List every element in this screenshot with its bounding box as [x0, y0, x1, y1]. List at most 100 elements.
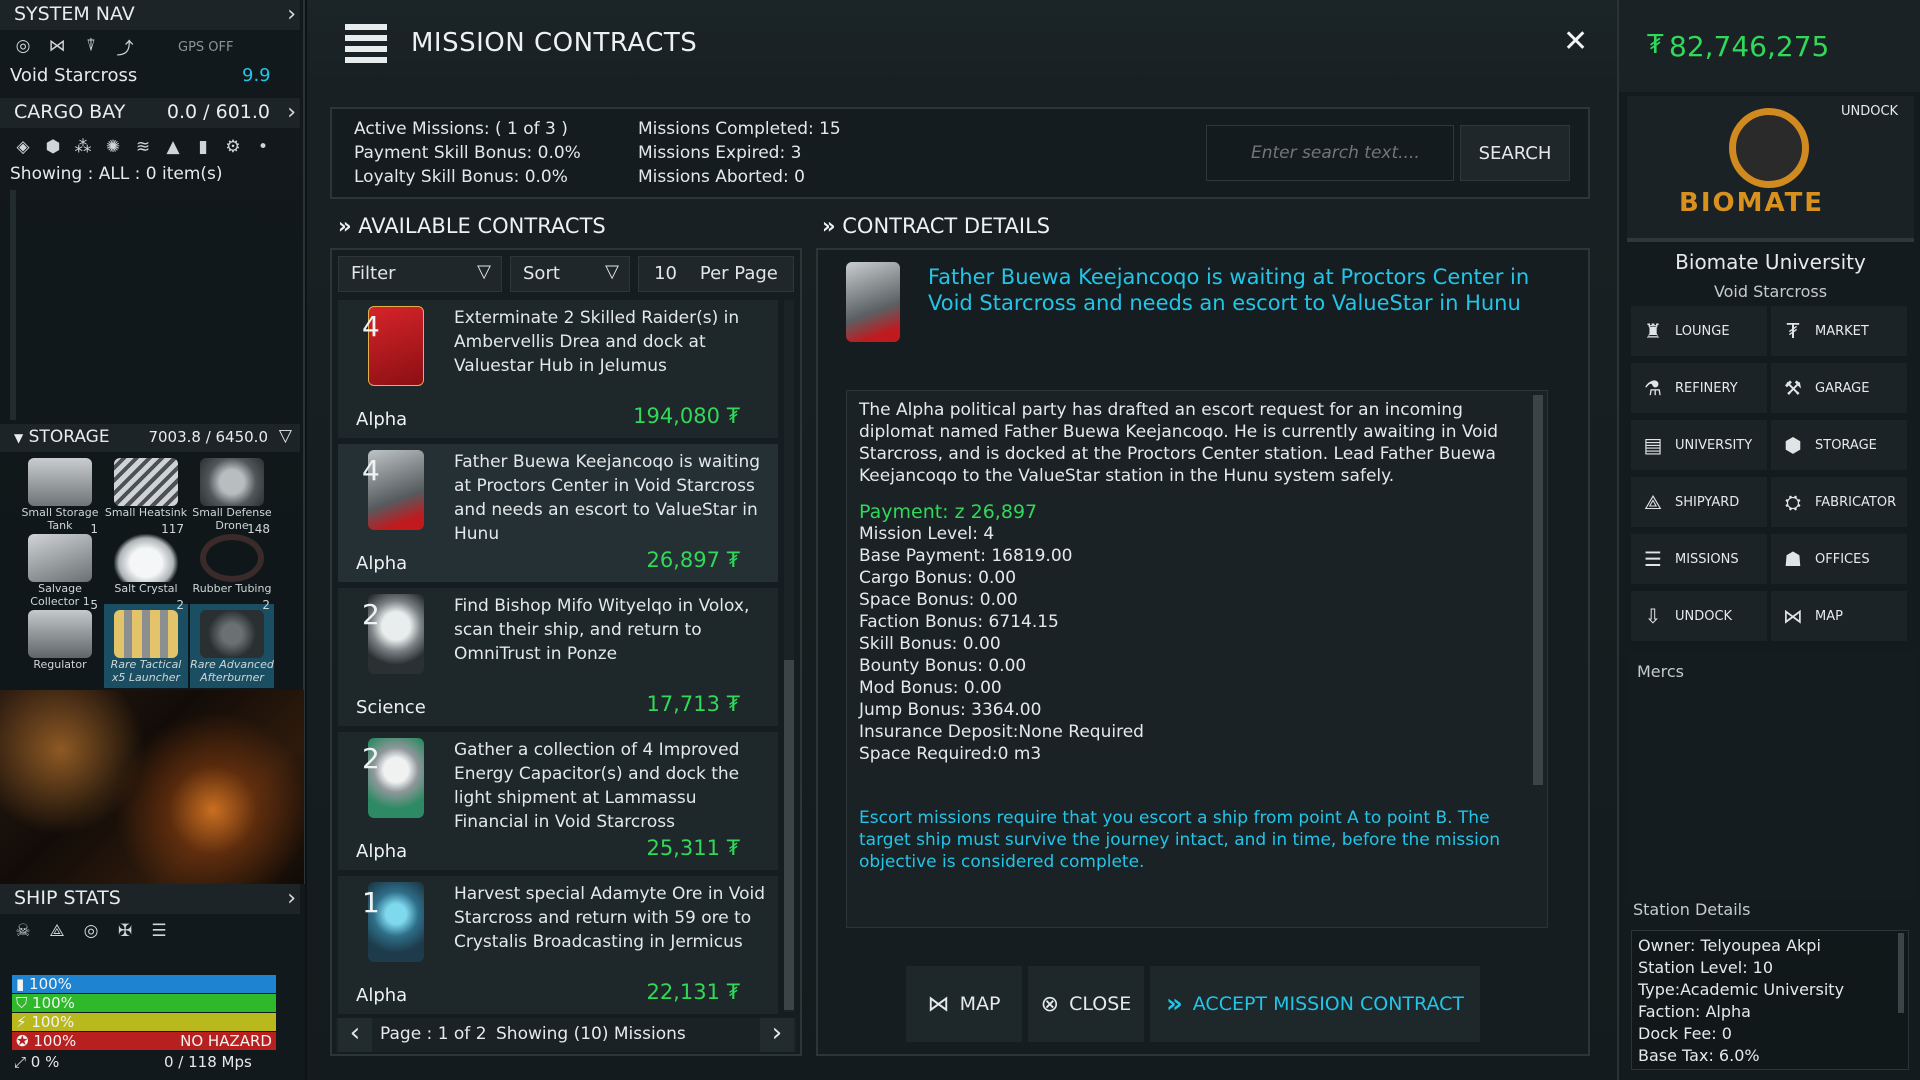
- route-icon[interactable]: ⤴: [112, 33, 138, 59]
- station-details-panel[interactable]: Owner: Telyoupea Akpi Station Level: 10 …: [1631, 930, 1909, 1070]
- gear-filter-icon[interactable]: ✺: [100, 134, 126, 160]
- contract-card[interactable]: 4 Exterminate 2 Skilled Raider(s) in Amb…: [338, 300, 778, 438]
- settings-filter-icon[interactable]: ⚙: [220, 134, 246, 160]
- double-chevron-icon: »: [338, 214, 352, 238]
- rocket-filter-icon[interactable]: ▲: [160, 134, 186, 160]
- storage-header[interactable]: ▼ STORAGE 7003.8 / 6450.0 ▽: [0, 424, 300, 452]
- chevron-down-icon: ▼: [14, 431, 24, 445]
- next-page-icon[interactable]: ›: [760, 1018, 794, 1052]
- search-input[interactable]: [1206, 125, 1454, 181]
- energy-bar: ⚡ 100%: [12, 1013, 276, 1031]
- item-name: Rare Advanced Afterburner: [190, 658, 274, 684]
- service-garage[interactable]: ⚒ GARAGE: [1771, 363, 1907, 413]
- close-icon[interactable]: ✕: [1563, 24, 1588, 59]
- reward-value: 25,311: [646, 836, 720, 860]
- service-storage[interactable]: ⬢ STORAGE: [1771, 420, 1907, 470]
- service-undock[interactable]: ⇩ UNDOCK: [1631, 591, 1767, 641]
- ship-icon[interactable]: ⟁: [44, 918, 70, 944]
- target-icon[interactable]: ◎: [10, 33, 36, 59]
- service-missions[interactable]: ☰ MISSIONS: [1631, 534, 1767, 584]
- fabricator-icon: ⛭: [1785, 490, 1801, 514]
- escort-ship-icon: [846, 262, 900, 342]
- contract-card[interactable]: 2 Gather a collection of 4 Improved Ener…: [338, 732, 778, 870]
- missions-expired: Missions Expired: 3: [638, 143, 802, 163]
- filter-icon[interactable]: ⍒: [78, 33, 104, 59]
- chevron-right-icon[interactable]: ›: [287, 2, 296, 27]
- dot-filter-icon[interactable]: •: [250, 134, 276, 160]
- map-button[interactable]: ⋈ MAP: [906, 966, 1022, 1042]
- per-page-dropdown[interactable]: 10 Per Page: [638, 256, 794, 292]
- contract-card[interactable]: 1 Harvest special Adamyte Ore in Void St…: [338, 876, 778, 1014]
- item-name: Salt Crystal: [114, 582, 178, 595]
- service-university[interactable]: ▤ UNIVERSITY: [1631, 420, 1767, 470]
- all-filter-icon[interactable]: ◈: [10, 134, 36, 160]
- filter-dropdown-icon[interactable]: ▽: [279, 426, 292, 446]
- undock-link[interactable]: UNDOCK: [1841, 104, 1898, 119]
- cargo-scrollbar[interactable]: [10, 190, 16, 420]
- mercs-panel: Mercs: [1627, 650, 1914, 900]
- item-count: 1: [90, 522, 98, 536]
- filter-dropdown[interactable]: Filter ▽: [338, 256, 502, 292]
- per-page-number: 10: [654, 263, 677, 284]
- tools-icon[interactable]: ✠: [112, 918, 138, 944]
- nav-icon-row: ◎ ⋈ ⍒ ⤴: [10, 33, 138, 59]
- service-market[interactable]: ₮ MARKET: [1771, 306, 1907, 356]
- contract-card[interactable]: 2 Find Bishop Mifo Wityelqo in Volox, sc…: [338, 588, 778, 726]
- accept-mission-button[interactable]: » ACCEPT MISSION CONTRACT: [1150, 966, 1480, 1042]
- service-shipyard[interactable]: ⟁ SHIPYARD: [1631, 477, 1767, 527]
- cargo-bay-header[interactable]: CARGO BAY 0.0 / 601.0 ›: [0, 98, 300, 128]
- contract-reward: 25,311 ₮: [646, 836, 740, 860]
- hull-value: 100%: [33, 1032, 77, 1050]
- contract-card-selected[interactable]: 4 Father Buewa Keejancoqo is waiting at …: [338, 444, 778, 582]
- service-label: MARKET: [1815, 323, 1869, 339]
- chevron-right-icon[interactable]: ›: [287, 886, 296, 911]
- storage-title: STORAGE: [28, 427, 110, 447]
- scrollbar-thumb[interactable]: [784, 660, 794, 1010]
- refinery-icon: ⚗: [1644, 376, 1662, 400]
- network-icon[interactable]: ⋈: [44, 33, 70, 59]
- undock-icon: ⇩: [1644, 604, 1662, 628]
- system-nav-header[interactable]: SYSTEM NAV ›: [0, 0, 300, 30]
- detail-line: Skill Bonus: 0.00: [859, 634, 1001, 654]
- close-button[interactable]: ⊗ CLOSE: [1028, 966, 1144, 1042]
- chevron-right-icon[interactable]: ›: [287, 100, 296, 125]
- chevron-down-icon: ▽: [477, 261, 491, 282]
- speed-percent: 0 %: [30, 1053, 60, 1071]
- target-icon[interactable]: ◎: [78, 918, 104, 944]
- service-refinery[interactable]: ⚗ REFINERY: [1631, 363, 1767, 413]
- item-name: Rubber Tubing: [192, 582, 272, 595]
- item-name: Regulator: [33, 658, 87, 671]
- ammo-filter-icon[interactable]: ▮: [190, 134, 216, 160]
- list-icon[interactable]: ☰: [146, 918, 172, 944]
- service-fabricator[interactable]: ⛭ FABRICATOR: [1771, 477, 1907, 527]
- speed-row: ⤢ 0 %: [14, 1053, 59, 1071]
- storage-item[interactable]: 2 Rare Tactical x5 Launcher: [104, 598, 188, 688]
- service-offices[interactable]: ☗ OFFICES: [1771, 534, 1907, 584]
- skull-icon[interactable]: ☠: [10, 918, 36, 944]
- contract-note: Escort missions require that you escort …: [859, 808, 1501, 872]
- ore-filter-icon[interactable]: ⬢: [40, 134, 66, 160]
- shield-bar: ▮ 100%: [12, 975, 276, 993]
- search-button[interactable]: SEARCH: [1460, 125, 1570, 181]
- component-filter-icon[interactable]: ⁂: [70, 134, 96, 160]
- station-details-scrollbar[interactable]: [1898, 933, 1904, 1013]
- armor-value: 100%: [32, 994, 75, 1012]
- service-label: LOUNGE: [1675, 323, 1730, 339]
- ship-stats-panel: SHIP STATS › ☠ ⟁ ◎ ✠ ☰ ▮ 100% ⛉ 100% ⚡ 1…: [0, 884, 305, 1080]
- service-label: GARAGE: [1815, 380, 1870, 396]
- payment-skill-bonus: Payment Skill Bonus: 0.0%: [354, 143, 581, 163]
- storage-capacity: 7003.8 / 6450.0: [148, 428, 268, 446]
- sort-dropdown[interactable]: Sort ▽: [510, 256, 630, 292]
- ship-stats-header[interactable]: SHIP STATS ›: [0, 884, 300, 914]
- contract-details-scroll[interactable]: The Alpha political party has drafted an…: [846, 390, 1548, 928]
- storage-item[interactable]: 2 Rare Advanced Afterburner: [190, 598, 274, 688]
- prev-page-icon[interactable]: ‹: [338, 1018, 372, 1052]
- credits-balance: 82,746,275: [1669, 30, 1830, 63]
- contracts-scrollbar[interactable]: [784, 300, 794, 1012]
- storage-item[interactable]: 5 Regulator: [18, 598, 102, 688]
- service-lounge[interactable]: ♜ LOUNGE: [1631, 306, 1767, 356]
- service-map[interactable]: ⋈ MAP: [1771, 591, 1907, 641]
- heatsink-icon: [114, 458, 178, 506]
- module-filter-icon[interactable]: ≋: [130, 134, 156, 160]
- details-scrollbar-thumb[interactable]: [1533, 395, 1543, 785]
